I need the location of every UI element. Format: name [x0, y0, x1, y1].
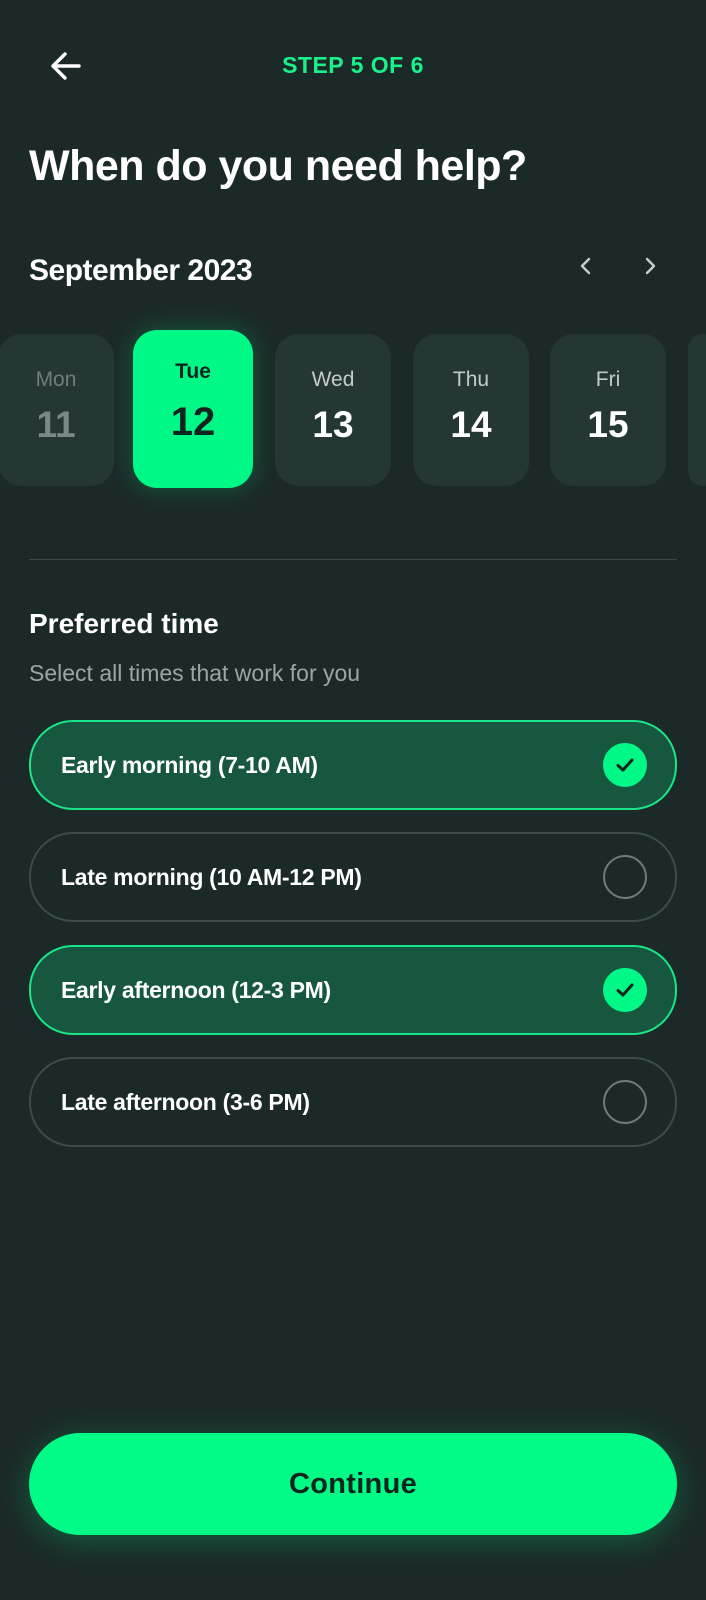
day-number: 11	[36, 404, 76, 445]
day-number: 12	[170, 400, 216, 444]
time-option-late-afternoon[interactable]: Late afternoon (3-6 PM)	[29, 1057, 677, 1147]
day-of-week: Thu	[452, 368, 490, 391]
chevron-left-icon	[580, 257, 591, 275]
day-card-tue-12[interactable]: Tue 12	[133, 330, 253, 488]
day-card-mon-11[interactable]: Mon 11	[0, 334, 114, 486]
time-option-early-afternoon[interactable]: Early afternoon (12-3 PM)	[29, 945, 677, 1035]
day-card-wed-13[interactable]: Wed 13	[275, 334, 391, 486]
day-card-partial[interactable]	[688, 334, 706, 486]
checkbox-unchecked[interactable]	[603, 855, 647, 899]
continue-button[interactable]: Continue	[29, 1433, 677, 1535]
day-number: 15	[587, 404, 629, 445]
time-option-label: Late afternoon (3-6 PM)	[61, 1089, 310, 1115]
month-label: September 2023	[29, 254, 253, 287]
time-option-label: Early morning (7-10 AM)	[61, 752, 318, 778]
next-week-button[interactable]	[632, 248, 668, 284]
check-icon	[616, 758, 634, 772]
previous-week-button[interactable]	[568, 248, 604, 284]
day-card-thu-14[interactable]: Thu 14	[413, 334, 529, 486]
checkbox-unchecked[interactable]	[603, 1080, 647, 1124]
day-selector: Mon 11 Tue 12 Wed 13 Thu 14 Fri 15	[0, 330, 706, 492]
preferred-time-subtitle: Select all times that work for you	[29, 660, 361, 686]
header: STEP 5 OF 6	[0, 0, 706, 130]
time-option-label: Late morning (10 AM-12 PM)	[61, 864, 362, 890]
day-of-week: Tue	[175, 360, 211, 383]
time-option-label: Early afternoon (12-3 PM)	[61, 977, 331, 1003]
step-indicator: STEP 5 OF 6	[282, 52, 424, 78]
preferred-time-title: Preferred time	[29, 608, 219, 639]
page-title: When do you need help?	[29, 142, 527, 190]
day-of-week: Mon	[35, 368, 77, 391]
section-divider	[29, 559, 677, 560]
time-option-late-morning[interactable]: Late morning (10 AM-12 PM)	[29, 832, 677, 922]
chevron-right-icon	[645, 257, 656, 275]
checkbox-checked[interactable]	[603, 968, 647, 1012]
check-icon	[616, 983, 634, 997]
day-number: 13	[312, 404, 354, 445]
time-option-early-morning[interactable]: Early morning (7-10 AM)	[29, 720, 677, 810]
checkbox-checked[interactable]	[603, 743, 647, 787]
day-of-week: Wed	[311, 368, 355, 391]
day-of-week: Fri	[595, 368, 621, 391]
day-card-fri-15[interactable]: Fri 15	[550, 334, 666, 486]
day-number: 14	[450, 404, 492, 445]
